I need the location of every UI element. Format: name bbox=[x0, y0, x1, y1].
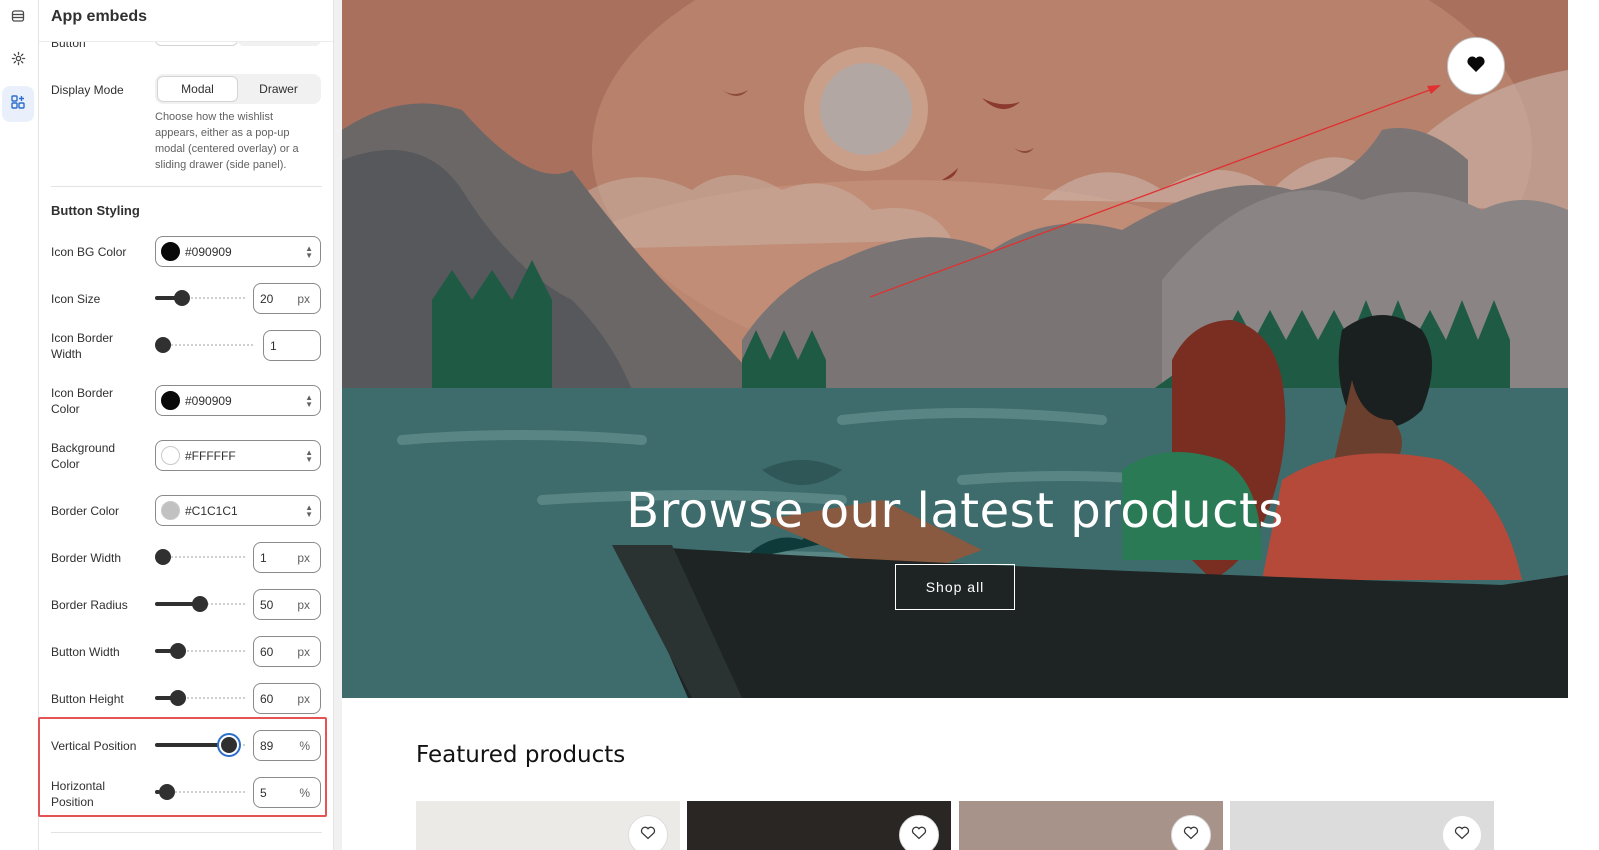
display-mode-toggle: Modal Drawer bbox=[155, 74, 321, 104]
icon-size-label: Icon Size bbox=[51, 292, 101, 306]
embed-list-icon bbox=[11, 9, 25, 28]
border-radius-label: Border Radius bbox=[51, 598, 128, 612]
display-mode-modal[interactable]: Modal bbox=[157, 76, 238, 102]
display-mode-label: Display Mode bbox=[51, 83, 124, 97]
theme-settings-button[interactable] bbox=[2, 43, 34, 79]
icon-border-color-value: #090909 bbox=[185, 393, 232, 408]
panel-title: App embeds bbox=[51, 8, 148, 25]
product-card[interactable] bbox=[959, 801, 1223, 850]
button-width-value: 60 bbox=[260, 644, 274, 659]
heart-icon bbox=[1454, 826, 1470, 845]
slider-thumb[interactable] bbox=[155, 549, 171, 565]
button-styling-title: Button Styling bbox=[51, 203, 140, 218]
border-radius-input[interactable]: 50 px bbox=[253, 589, 321, 620]
unit-label: px bbox=[297, 692, 310, 706]
background-color-select[interactable]: #FFFFFF ▲ ▼ bbox=[155, 440, 321, 471]
border-radius-slider[interactable] bbox=[155, 596, 245, 612]
heart-icon bbox=[640, 826, 656, 845]
featured-products-title: Featured products bbox=[416, 742, 626, 768]
color-swatch bbox=[161, 391, 180, 410]
border-width-input[interactable]: 1 px bbox=[253, 542, 321, 573]
slider-thumb[interactable] bbox=[169, 643, 186, 659]
icon-bg-color-select[interactable]: #090909 ▲ ▼ bbox=[155, 236, 321, 267]
color-swatch bbox=[161, 242, 180, 261]
border-width-value: 1 bbox=[260, 550, 267, 565]
unit-label: px bbox=[297, 551, 310, 565]
border-width-slider[interactable] bbox=[155, 549, 245, 565]
icon-bg-color-value: #090909 bbox=[185, 244, 232, 259]
product-card[interactable] bbox=[687, 801, 951, 850]
button-width-slider[interactable] bbox=[155, 643, 245, 659]
border-color-label: Border Color bbox=[51, 504, 120, 518]
slider-thumb[interactable] bbox=[192, 596, 208, 612]
border-width-label: Border Width bbox=[51, 551, 122, 565]
unit-label: px bbox=[297, 598, 310, 612]
button-height-value: 60 bbox=[260, 691, 274, 706]
theme-sections-button[interactable] bbox=[2, 0, 34, 36]
wishlist-heart-button[interactable] bbox=[628, 815, 668, 850]
border-color-value: #C1C1C1 bbox=[185, 503, 238, 518]
display-mode-drawer[interactable]: Drawer bbox=[238, 76, 319, 102]
icon-rail bbox=[0, 0, 39, 850]
color-swatch bbox=[161, 501, 180, 520]
select-arrows-icon: ▲ ▼ bbox=[305, 503, 313, 519]
store-preview: Browse our latest products Shop all Feat… bbox=[342, 0, 1568, 850]
product-card[interactable] bbox=[1230, 801, 1494, 850]
hero-banner: Browse our latest products Shop all bbox=[342, 0, 1568, 698]
button-width-label: Button Width bbox=[51, 645, 120, 659]
button-width-input[interactable]: 60 px bbox=[253, 636, 321, 667]
annotation-arrow bbox=[869, 85, 1441, 298]
unit-label: px bbox=[297, 645, 310, 659]
page-scrollbar[interactable] bbox=[1568, 0, 1599, 850]
icon-border-color-label: Icon Border Color bbox=[51, 386, 114, 416]
app-embeds-button[interactable] bbox=[2, 86, 34, 122]
icon-border-width-slider[interactable] bbox=[155, 337, 255, 353]
background-color-label: Background Color bbox=[51, 441, 116, 471]
wishlist-heart-button[interactable] bbox=[1171, 815, 1211, 850]
icon-border-color-select[interactable]: #090909 ▲ ▼ bbox=[155, 385, 321, 416]
icon-border-width-label: Icon Border Width bbox=[51, 331, 114, 361]
heart-icon bbox=[1466, 55, 1486, 78]
slider-thumb[interactable] bbox=[173, 290, 190, 306]
wishlist-heart-button[interactable] bbox=[899, 815, 939, 850]
select-arrows-icon: ▲ ▼ bbox=[305, 244, 313, 260]
icon-size-value: 20 bbox=[260, 291, 274, 306]
highlight-annotation-box bbox=[38, 717, 327, 817]
divider bbox=[51, 186, 322, 187]
button-height-label: Button Height bbox=[51, 692, 124, 706]
icon-size-input[interactable]: 20 px bbox=[253, 283, 321, 314]
background-color-value: #FFFFFF bbox=[185, 448, 236, 463]
product-card[interactable] bbox=[416, 801, 680, 850]
display-mode-help: Choose how the wishlist appears, either … bbox=[155, 111, 299, 171]
select-arrows-icon: ▲ ▼ bbox=[305, 448, 313, 464]
border-color-select[interactable]: #C1C1C1 ▲ ▼ bbox=[155, 495, 321, 526]
slider-thumb[interactable] bbox=[155, 337, 171, 353]
divider bbox=[51, 832, 322, 833]
color-swatch bbox=[161, 446, 180, 465]
gear-icon bbox=[11, 51, 26, 71]
heart-icon bbox=[911, 826, 927, 845]
apps-icon bbox=[11, 94, 25, 114]
border-radius-value: 50 bbox=[260, 597, 274, 612]
icon-border-width-value: 1 bbox=[270, 338, 277, 353]
heart-icon bbox=[1183, 826, 1199, 845]
slider-thumb[interactable] bbox=[169, 690, 186, 706]
icon-border-width-input[interactable]: 1 bbox=[263, 330, 321, 361]
icon-bg-color-label: Icon BG Color bbox=[51, 245, 127, 259]
icon-size-slider[interactable] bbox=[155, 290, 245, 306]
unit-label: px bbox=[297, 292, 310, 306]
wishlist-heart-button[interactable] bbox=[1442, 815, 1482, 850]
select-arrows-icon: ▲ ▼ bbox=[305, 393, 313, 409]
wishlist-floating-button[interactable] bbox=[1447, 37, 1505, 95]
button-height-slider[interactable] bbox=[155, 690, 245, 706]
button-height-input[interactable]: 60 px bbox=[253, 683, 321, 714]
